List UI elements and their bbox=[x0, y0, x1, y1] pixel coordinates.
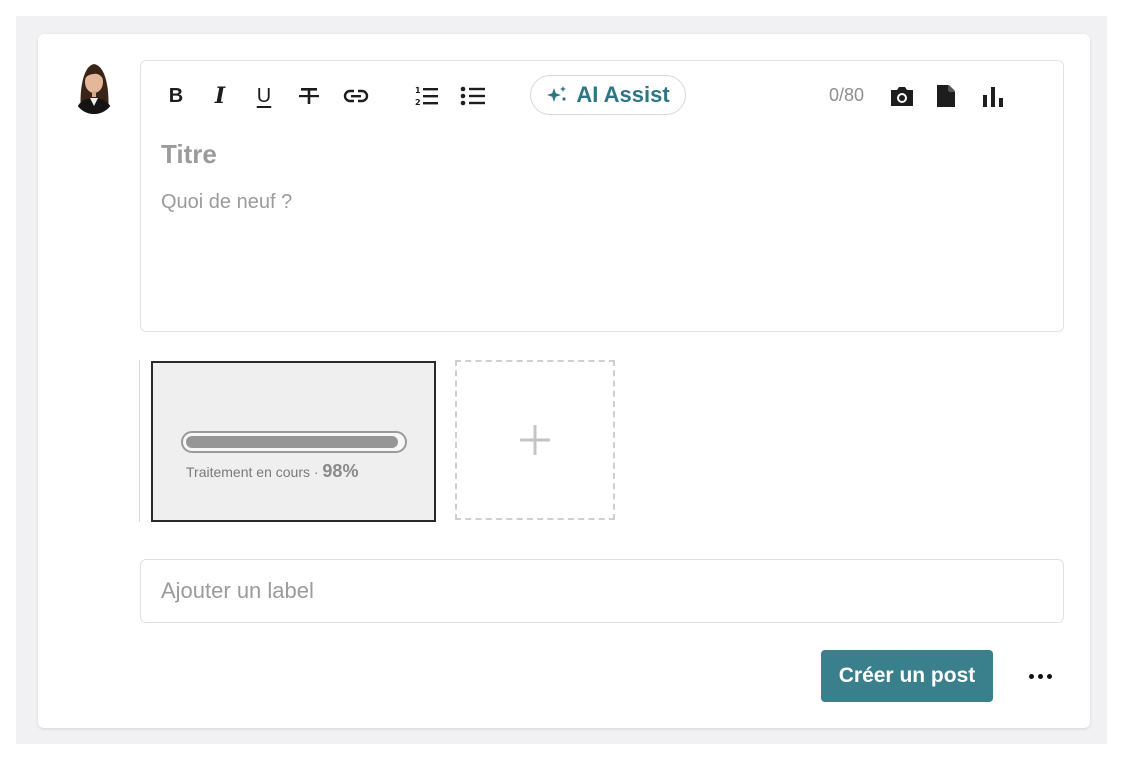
bar-chart-icon bbox=[983, 87, 1003, 107]
plus-icon bbox=[520, 425, 550, 455]
create-post-button[interactable]: Créer un post bbox=[821, 650, 993, 702]
more-horizontal-icon bbox=[1046, 673, 1052, 679]
bullet-list-button[interactable] bbox=[459, 83, 487, 109]
ordered-list-icon: 1 2 bbox=[415, 86, 438, 107]
upload-status: Traitement en cours · 98% bbox=[186, 461, 358, 482]
label-input[interactable] bbox=[140, 559, 1064, 623]
formatting-toolbar: B I U 1 2 AI Assist 0/80 bbox=[141, 61, 1063, 131]
add-poll-button[interactable] bbox=[979, 83, 1009, 109]
attachments-divider bbox=[139, 360, 140, 522]
add-file-button[interactable] bbox=[933, 83, 959, 109]
svg-text:2: 2 bbox=[415, 98, 421, 107]
more-horizontal-icon bbox=[1028, 673, 1034, 679]
strikethrough-icon bbox=[299, 88, 319, 104]
body-field[interactable]: Quoi de neuf ? bbox=[161, 191, 292, 214]
bold-button[interactable]: B bbox=[165, 83, 187, 109]
title-field[interactable]: Titre bbox=[161, 139, 217, 170]
more-horizontal-icon bbox=[1037, 673, 1043, 679]
strikethrough-button[interactable] bbox=[297, 83, 321, 109]
attachment-thumbnail[interactable]: Traitement en cours · 98% bbox=[151, 361, 436, 522]
svg-text:1: 1 bbox=[415, 86, 421, 95]
more-options-button[interactable] bbox=[1020, 662, 1060, 690]
post-editor[interactable]: B I U 1 2 AI Assist 0/80 Titre Quoi de n… bbox=[140, 60, 1064, 332]
link-button[interactable] bbox=[341, 83, 371, 109]
file-icon bbox=[937, 85, 955, 107]
ordered-list-button[interactable]: 1 2 bbox=[413, 83, 441, 109]
bullet-list-icon bbox=[460, 86, 485, 106]
character-counter: 0/80 bbox=[829, 85, 865, 105]
upload-progress-bar bbox=[181, 431, 407, 453]
ai-assist-label: AI Assist bbox=[576, 82, 670, 107]
underline-button[interactable]: U bbox=[253, 83, 275, 109]
upload-progress-fill bbox=[186, 436, 398, 448]
italic-button[interactable]: I bbox=[209, 83, 231, 109]
ai-assist-button[interactable]: AI Assist bbox=[530, 75, 686, 115]
camera-icon bbox=[891, 87, 913, 106]
add-photo-button[interactable] bbox=[887, 83, 917, 109]
upload-status-label: Traitement en cours · bbox=[186, 464, 319, 480]
user-avatar bbox=[71, 60, 117, 114]
sparkle-icon bbox=[547, 86, 567, 102]
link-icon bbox=[343, 89, 369, 103]
upload-percentage: 98% bbox=[322, 461, 359, 481]
add-attachment-button[interactable] bbox=[455, 360, 615, 520]
